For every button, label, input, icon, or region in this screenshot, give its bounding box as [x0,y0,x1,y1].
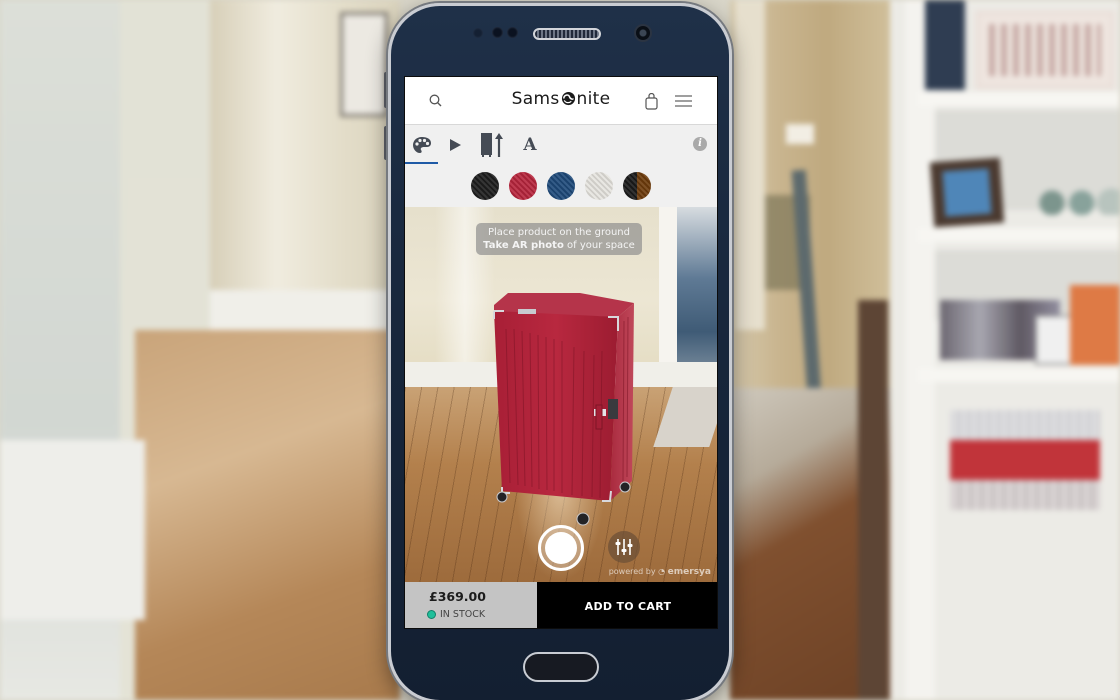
proximity-sensor [473,28,483,38]
palette-icon [413,137,431,153]
info-icon[interactable]: i [693,137,707,151]
hint-bold: Take AR photo [483,240,564,251]
color-swatches [405,165,717,207]
price-box: £369.00 IN STOCK [405,582,537,628]
stock-status: IN STOCK [427,609,485,620]
in-stock-dot-icon [427,610,436,619]
swatch-navy[interactable] [547,172,575,200]
size-height-icon [481,133,503,157]
brand-logo-suffix: nite [576,89,611,109]
brand-logo[interactable]: Sams nite [405,89,717,109]
powered-prefix: powered by [608,567,659,576]
sliders-icon [615,539,633,555]
hint-line-1: Place product on the ground [487,227,630,238]
brand-logo-prefix: Sams [511,89,560,109]
configurator-toolbar: A i [405,125,717,165]
tab-colors[interactable] [410,133,434,157]
hint-line-2: Take AR photo of your space [476,239,642,252]
emersya-logo-icon: ◔ [658,567,668,576]
tab-video[interactable] [445,133,465,157]
hint-rest: of your space [563,240,635,251]
swatch-red[interactable] [509,172,537,200]
add-to-cart-button[interactable]: ADD TO CART [537,582,717,628]
powered-by-label: powered by ◔ emersya [609,567,711,577]
active-tab-indicator [405,162,438,164]
tab-personalize[interactable]: A [519,133,541,157]
tab-dimensions[interactable] [479,133,505,157]
text-icon: A [523,135,537,155]
sensor-icon [507,27,518,38]
swatch-black[interactable] [471,172,499,200]
adjust-settings-button[interactable] [608,531,640,563]
swatch-black-brown[interactable] [623,172,651,200]
powered-brand: emersya [667,567,711,577]
swatch-white[interactable] [585,172,613,200]
earpiece-speaker [533,28,601,40]
purchase-bar: £369.00 IN STOCK ADD TO CART [405,582,717,628]
samsonite-swirl-icon [561,91,575,106]
take-ar-photo-button[interactable] [538,525,584,571]
suitcase-3d-model[interactable] [490,291,636,527]
ar-camera-view[interactable]: Place product on the ground Take AR phot… [405,207,717,582]
background-kitchen [677,207,717,385]
phone-screen: Sams nite A i Place product on the groun… [404,76,718,629]
site-header: Sams nite [405,77,717,125]
play-icon [450,139,461,151]
stock-label: IN STOCK [440,609,486,620]
hamburger-menu-icon[interactable] [675,95,692,107]
home-button[interactable] [523,652,599,682]
price: £369.00 [429,589,486,604]
front-camera-icon [634,24,652,42]
ar-instruction-hint: Place product on the ground Take AR phot… [476,223,642,255]
shopping-bag-icon[interactable] [645,93,658,110]
sensor-icon [492,27,503,38]
